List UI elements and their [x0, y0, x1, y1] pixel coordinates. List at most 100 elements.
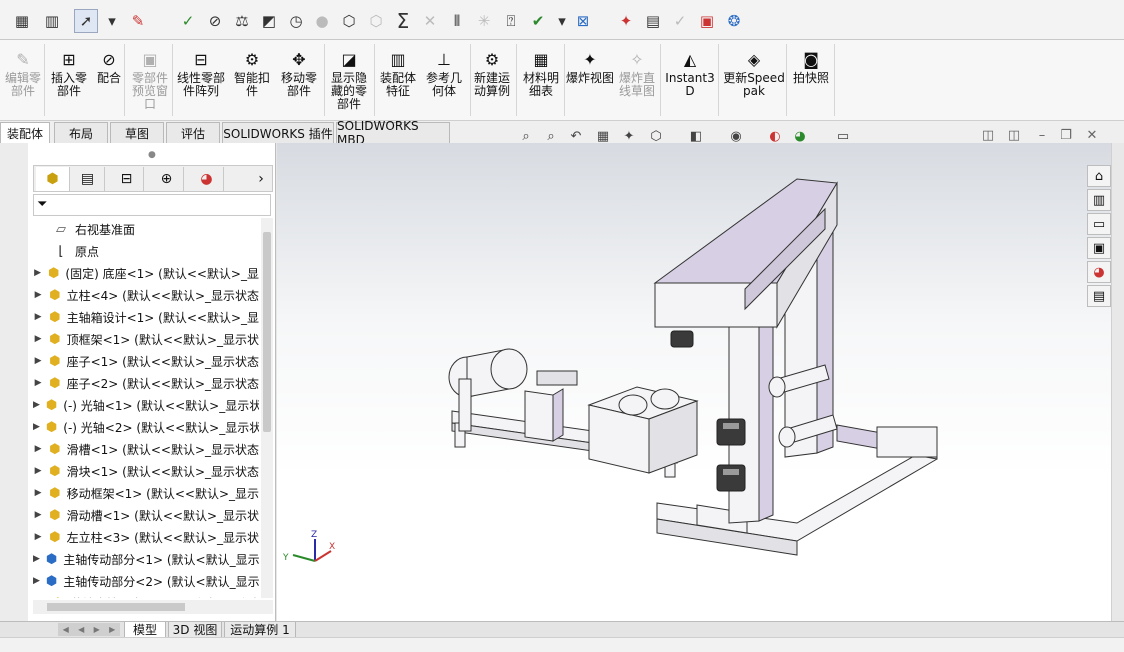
tree-row[interactable]: ▶ ⬢ 滑块<1> (默认<<默认>_显示状态 — [33, 460, 259, 482]
panel-left-icon[interactable]: ◫ — [980, 127, 996, 143]
instant3d-button[interactable]: ◭ Instant3D — [662, 40, 718, 121]
tree-row[interactable]: ▶ ⬢ 座子<2> (默认<<默认>_显示状态 — [33, 372, 259, 394]
expand-arrow-icon[interactable]: ▶ — [33, 444, 43, 454]
snapshot-button[interactable]: ◙ 拍快照 — [790, 40, 832, 121]
expand-arrow-icon[interactable]: ▶ — [33, 400, 40, 410]
settings-icon[interactable]: ❂ — [722, 9, 746, 33]
tree-row[interactable]: ▶ ⬢ (固定) 底座<1> (默认<<默认>_显 — [33, 262, 259, 284]
dropdown-arrow-icon[interactable]: ▾ — [100, 9, 124, 33]
reload-icon[interactable]: ✦ — [614, 9, 638, 33]
tree-scroll-thumb[interactable] — [263, 232, 271, 432]
design-library-icon[interactable]: ▥ — [1087, 189, 1111, 211]
panel-right-icon[interactable]: ◫ — [1006, 127, 1022, 143]
material-icon[interactable]: ▤ — [641, 9, 665, 33]
expand-arrow-icon[interactable]: ▶ — [33, 510, 43, 520]
expand-arrow-icon[interactable]: ▶ — [33, 334, 43, 344]
smart-fastener-button[interactable]: ⚙ 智能扣件 — [230, 40, 274, 121]
tree-row[interactable]: ▶ ⬢ 左立柱<3> (默认<<默认>_显示状 — [33, 526, 259, 548]
performance-icon[interactable]: ◷ — [284, 9, 308, 33]
tree-row[interactable]: ▶ ⬢ 主轴传动部分<2> (默认<默认_显示 — [33, 570, 259, 592]
custom-properties-icon[interactable]: ▤ — [1087, 285, 1111, 307]
motion-study-button[interactable]: ⚙ 新建运动算例 — [472, 40, 512, 121]
panel-grip-icon[interactable]: ● — [148, 150, 156, 160]
check-icon[interactable]: ⬡ — [337, 9, 361, 33]
options-icon[interactable]: ▦ — [10, 9, 34, 33]
section-view-icon[interactable]: ◩ — [257, 9, 281, 33]
tree-row[interactable]: ▶ ⬢ 主轴箱设计<1> (默认<<默认>_显 — [33, 306, 259, 328]
filter-bar[interactable]: ⏷ — [33, 194, 271, 216]
configuration-tab-icon[interactable]: ⊟ — [110, 167, 144, 191]
insert-component-button[interactable]: ⊞ 插入零部件 — [48, 40, 90, 121]
tree-row[interactable]: ▶⬢花墙支撑架支架<1> (默认<<默认 — [33, 592, 259, 599]
home-icon[interactable]: ⌂ — [1087, 165, 1111, 187]
reference-geometry-button[interactable]: ⊥ 参考几何体 — [422, 40, 466, 121]
tree-row[interactable]: ▶ ⬢ 座子<1> (默认<<默认>_显示状态 — [33, 350, 259, 372]
tree-row[interactable]: ▶ ⬢ (-) 光轴<2> (默认<<默认>_显示状 — [33, 416, 259, 438]
appearance-icon[interactable]: ✎ — [126, 9, 150, 33]
tree-row[interactable]: ▶ ⬢ 主轴传动部分<1> (默认<默认_显示 — [33, 548, 259, 570]
tab-motion-study[interactable]: 运动算例 1 — [224, 622, 296, 638]
expand-arrow-icon[interactable]: ▶ — [33, 532, 43, 542]
expand-arrow-icon[interactable]: ▶ — [33, 466, 43, 476]
feature-tree-tab-icon[interactable]: ⬢ — [36, 167, 70, 191]
expand-arrow-icon[interactable]: ▶ — [33, 312, 43, 322]
minimize-icon[interactable]: – — [1034, 127, 1050, 143]
expand-arrow-icon[interactable]: ▶ — [33, 422, 40, 432]
assembly-model[interactable]: Z Y X — [277, 143, 1111, 621]
tree-row[interactable]: ▶ ⬢ 顶框架<1> (默认<<默认>_显示状 — [33, 328, 259, 350]
mate-button[interactable]: ⊘ 配合 — [92, 40, 126, 121]
chevron-right-icon[interactable]: › — [244, 167, 278, 191]
expand-arrow-icon[interactable]: ▶ — [33, 268, 42, 278]
expand-arrow-icon[interactable]: ▶ — [33, 378, 43, 388]
tree-row[interactable]: ▶ ⬢ 滑槽<1> (默认<<默认>_显示状态 — [33, 438, 259, 460]
spell-check-icon[interactable]: ✓ — [176, 9, 200, 33]
tab-assembly[interactable]: 装配体 — [0, 122, 50, 143]
bom-button[interactable]: ▦ 材料明细表 — [518, 40, 564, 121]
tree-row[interactable]: ▶ ⬢ 立柱<4> (默认<<默认>_显示状态 — [33, 284, 259, 306]
restore-icon[interactable]: ❐ — [1058, 127, 1074, 143]
tree-row[interactable]: ▶ ⬢ 移动框架<1> (默认<<默认>_显示 — [33, 482, 259, 504]
measure-icon[interactable]: ⊘ — [203, 9, 227, 33]
expand-arrow-icon[interactable]: ▶ — [33, 356, 43, 366]
export-icon[interactable]: ✔ — [526, 9, 550, 33]
select-icon[interactable]: ➚ — [74, 9, 98, 33]
assembly-feature-button[interactable]: ▥ 装配体特征 — [376, 40, 420, 121]
tree-row[interactable]: ▶ ⬢ 滑动槽<1> (默认<<默认>_显示状 — [33, 504, 259, 526]
office-icon[interactable]: ▣ — [695, 9, 719, 33]
expand-arrow-icon[interactable]: ▶ — [33, 554, 40, 564]
tab-model[interactable]: 模型 — [124, 622, 166, 638]
tab-mbd[interactable]: SOLIDWORKS MBD — [336, 119, 450, 147]
file-explorer-icon[interactable]: ▭ — [1087, 213, 1111, 235]
expand-arrow-icon[interactable]: ▶ — [33, 488, 43, 498]
tree-hscroll-thumb[interactable] — [47, 603, 185, 611]
tab-sketch[interactable]: 草图 — [110, 122, 164, 143]
dimxpert-tab-icon[interactable]: ⊕ — [150, 167, 184, 191]
mass-properties-icon[interactable]: ⚖ — [230, 9, 254, 33]
tab-3d-view[interactable]: 3D 视图 — [168, 622, 222, 638]
linear-pattern-button[interactable]: ⊟ 线性零部件阵列 — [176, 40, 226, 121]
tab-addins[interactable]: SOLIDWORKS 插件 — [222, 122, 334, 143]
view-palette-icon[interactable]: ▣ — [1087, 237, 1111, 259]
tab-evaluate[interactable]: 评估 — [166, 122, 220, 143]
display-manager-tab-icon[interactable]: ◕ — [190, 167, 224, 191]
expand-arrow-icon[interactable]: ▶ — [33, 290, 43, 300]
exploded-view-button[interactable]: ✦ 爆炸视图 — [566, 40, 614, 121]
filter-icon[interactable]: ⏷ — [37, 197, 47, 212]
expand-arrow-icon[interactable]: ▶ — [33, 576, 40, 586]
speedpak-button[interactable]: ◈ 更新Speedpak — [722, 40, 786, 121]
property-manager-tab-icon[interactable]: ▤ — [71, 167, 105, 191]
rebuild-icon[interactable]: ▥ — [40, 9, 64, 33]
symmetry-icon[interactable]: ⫴ — [445, 9, 469, 33]
tree-row[interactable]: ⌊ 原点 — [33, 240, 259, 262]
tree-row[interactable]: ▶ ⬢ (-) 光轴<1> (默认<<默认>_显示状 — [33, 394, 259, 416]
tab-nav-arrows[interactable]: ◀ ◀ ▶ ▶ — [58, 623, 120, 636]
tab-layout[interactable]: 布局 — [54, 122, 108, 143]
tree-row[interactable]: ▱ 右视基准面 — [33, 218, 259, 240]
show-hidden-button[interactable]: ◪ 显示隐藏的零部件 — [326, 40, 372, 121]
sensor-icon[interactable]: ⍰ — [499, 9, 523, 33]
design-study-icon[interactable]: ⊠ — [571, 9, 595, 33]
appearances-icon[interactable]: ◕ — [1087, 261, 1111, 283]
sum-icon[interactable]: Σ — [391, 9, 415, 33]
close-icon[interactable]: ✕ — [1084, 127, 1100, 143]
move-component-button[interactable]: ✥ 移动零部件 — [278, 40, 320, 121]
